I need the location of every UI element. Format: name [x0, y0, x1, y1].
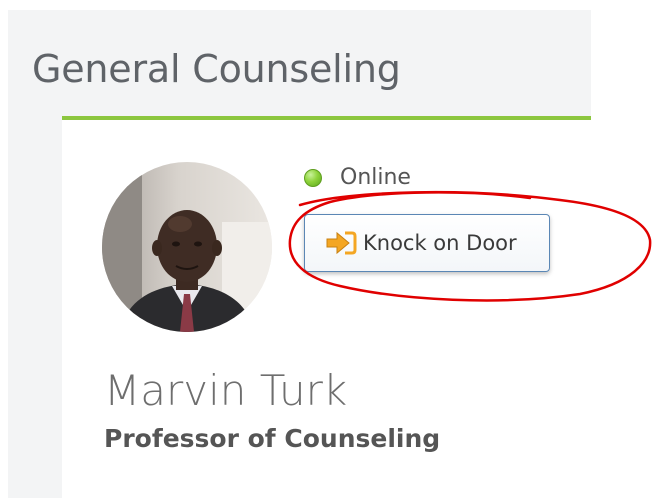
status-label: Online — [340, 165, 411, 190]
person-job-title: Professor of Counseling — [104, 424, 441, 453]
status-indicator: Online — [304, 166, 411, 190]
page: General Counseling Online Knock on Door … — [0, 0, 654, 498]
status-dot-icon — [304, 169, 322, 187]
profile-photo — [102, 162, 272, 332]
person-name: Marvin Turk — [104, 366, 348, 415]
section-title: General Counseling — [32, 47, 401, 91]
knock-button-label: Knock on Door — [363, 231, 517, 255]
avatar[interactable] — [102, 162, 272, 332]
knock-on-door-button[interactable]: Knock on Door — [304, 214, 550, 272]
sign-in-arrow-icon — [326, 231, 357, 255]
